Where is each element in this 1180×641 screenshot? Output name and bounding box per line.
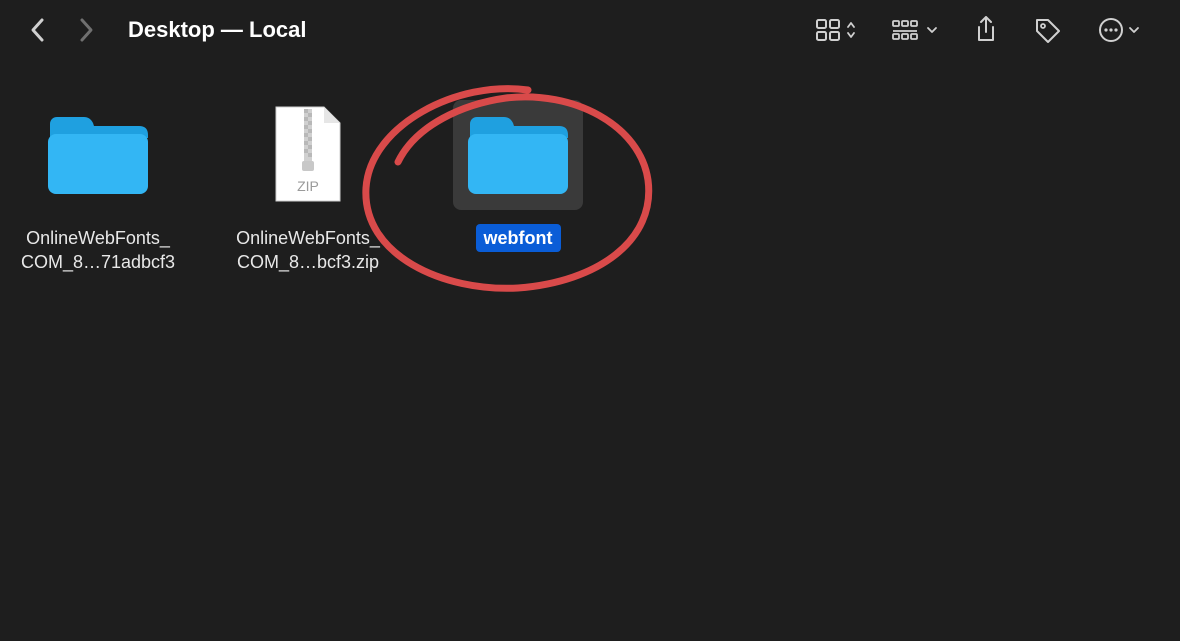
grid-icon: [816, 19, 842, 41]
view-switch-button[interactable]: [816, 15, 856, 45]
back-button[interactable]: [20, 12, 56, 48]
chevron-down-icon: [1128, 24, 1140, 36]
file-grid: OnlineWebFonts_ COM_8…71adbcf3 ZIP: [0, 60, 1180, 285]
file-item-zip-onlinewebfonts[interactable]: ZIP OnlineWebFonts_ COM_8…bcf3.zip: [218, 100, 398, 277]
file-label: OnlineWebFonts_ COM_8…bcf3.zip: [230, 224, 386, 277]
zip-file-icon: ZIP: [268, 105, 348, 205]
toolbar: Desktop — Local: [0, 0, 1180, 60]
ellipsis-circle-icon: [1098, 17, 1124, 43]
svg-text:ZIP: ZIP: [297, 178, 319, 194]
file-item-folder-webfont[interactable]: webfont: [428, 100, 608, 252]
file-label: webfont: [476, 224, 561, 252]
share-icon: [974, 16, 998, 44]
folder-icon: [464, 112, 572, 198]
folder-icon: [44, 112, 152, 198]
group-button[interactable]: [892, 15, 938, 45]
tag-icon: [1034, 17, 1062, 43]
toolbar-right: [816, 15, 1160, 45]
forward-button[interactable]: [68, 12, 104, 48]
chevron-right-icon: [77, 16, 95, 44]
file-label-line1: OnlineWebFonts_: [236, 228, 380, 248]
file-label: OnlineWebFonts_ COM_8…71adbcf3: [15, 224, 181, 277]
tags-button[interactable]: [1034, 15, 1062, 45]
chevron-left-icon: [29, 16, 47, 44]
share-button[interactable]: [974, 15, 998, 45]
file-label-line2: COM_8…71adbcf3: [21, 252, 175, 272]
icon-wrap: [453, 100, 583, 210]
more-button[interactable]: [1098, 15, 1140, 45]
icon-wrap: ZIP: [243, 100, 373, 210]
updown-chevron-icon: [846, 21, 856, 39]
file-label-line2: COM_8…bcf3.zip: [237, 252, 379, 272]
file-item-folder-onlinewebfonts[interactable]: OnlineWebFonts_ COM_8…71adbcf3: [8, 100, 188, 277]
group-icon: [892, 20, 922, 40]
icon-wrap: [33, 100, 163, 210]
window-title: Desktop — Local: [128, 17, 306, 43]
chevron-down-icon: [926, 24, 938, 36]
file-label-line1: OnlineWebFonts_: [26, 228, 170, 248]
